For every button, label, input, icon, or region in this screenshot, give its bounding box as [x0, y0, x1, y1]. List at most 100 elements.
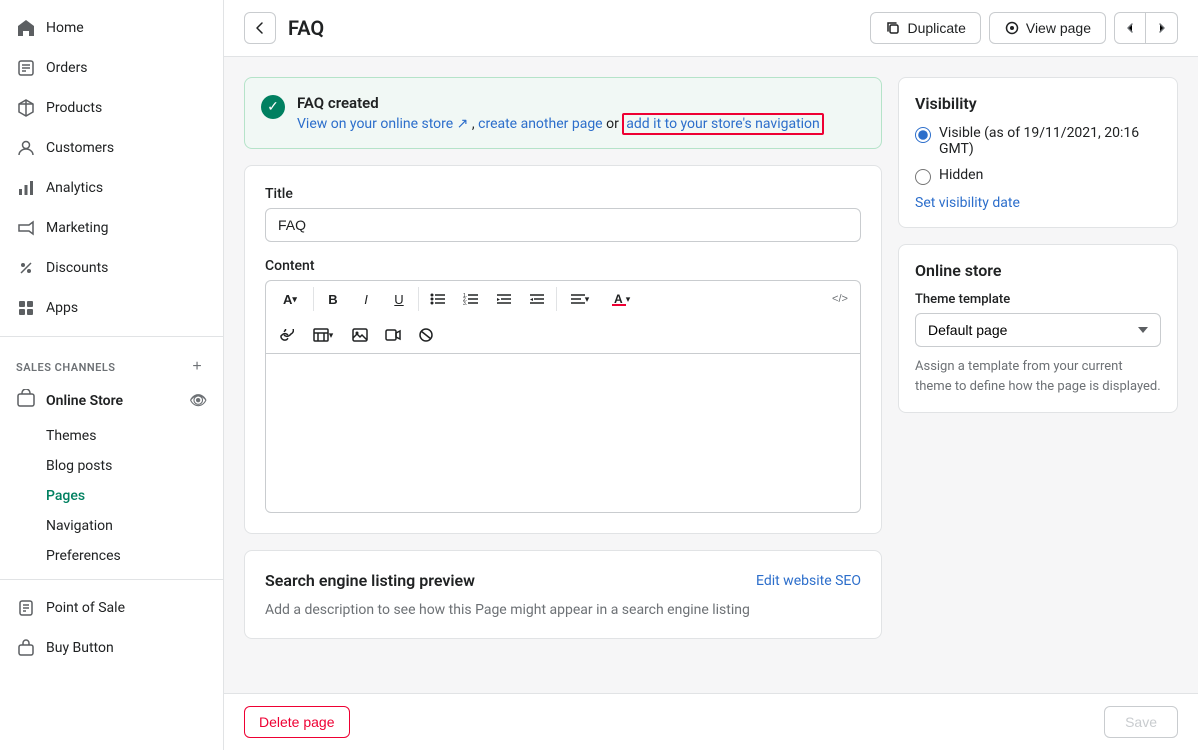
left-column: ✓ FAQ created View on your online store … [244, 77, 882, 673]
prev-page-button[interactable] [1114, 12, 1146, 44]
seo-card: Search engine listing preview Edit websi… [244, 550, 882, 639]
numbered-list-button[interactable]: 1.2.3. [455, 285, 487, 313]
save-button[interactable]: Save [1104, 706, 1178, 738]
content-editor[interactable] [265, 353, 861, 513]
sidebar-item-apps[interactable]: Apps [0, 288, 223, 328]
nav-buttons [1114, 12, 1178, 44]
orders-icon [16, 58, 36, 78]
bold-button[interactable]: B [317, 285, 349, 313]
text-color-button[interactable]: A ▾ [601, 285, 641, 313]
apps-icon [16, 298, 36, 318]
edit-seo-link[interactable]: Edit website SEO [756, 573, 861, 589]
code-view-button[interactable]: </> [824, 285, 856, 313]
view-online-store-link[interactable]: View on your online store ↗ [297, 116, 468, 132]
seo-header: Search engine listing preview Edit websi… [265, 571, 861, 590]
page-form-card: Title Content A ▾ B I U [244, 165, 882, 534]
italic-button[interactable]: I [350, 285, 382, 313]
right-column: Visibility Visible (as of 19/11/2021, 20… [898, 77, 1178, 673]
back-button[interactable] [244, 12, 276, 44]
visibility-title: Visibility [915, 94, 1161, 113]
next-page-button[interactable] [1146, 12, 1178, 44]
sidebar-item-orders[interactable]: Orders [0, 48, 223, 88]
sidebar-item-discounts[interactable]: Discounts [0, 248, 223, 288]
template-description: Assign a template from your current them… [915, 357, 1161, 396]
sidebar-item-analytics[interactable]: Analytics [0, 168, 223, 208]
visible-option[interactable]: Visible (as of 19/11/2021, 20:16 GMT) [915, 125, 1161, 157]
online-store-card: Online store Theme template Default page… [898, 244, 1178, 413]
image-button[interactable] [344, 321, 376, 349]
divider3 [556, 287, 557, 311]
content-area: ✓ FAQ created View on your online store … [224, 57, 1198, 693]
sidebar-sub-preferences[interactable]: Preferences [0, 541, 223, 571]
divider2 [418, 287, 419, 311]
visible-radio[interactable] [915, 127, 931, 143]
divider [313, 287, 314, 311]
sidebar-item-online-store[interactable]: Online Store 👁 [0, 381, 223, 421]
sidebar-sub-navigation[interactable]: Navigation [0, 511, 223, 541]
sidebar-item-products[interactable]: Products [0, 88, 223, 128]
svg-text:3.: 3. [463, 301, 467, 306]
visibility-card: Visibility Visible (as of 19/11/2021, 20… [898, 77, 1178, 228]
pos-icon [16, 598, 36, 618]
view-page-button[interactable]: View page [989, 12, 1106, 44]
sidebar-item-home[interactable]: Home [0, 8, 223, 48]
bottom-bar: Delete page Save [224, 693, 1198, 750]
set-visibility-date-link[interactable]: Set visibility date [915, 195, 1161, 211]
hidden-radio[interactable] [915, 169, 931, 185]
sidebar-sub-themes[interactable]: Themes [0, 421, 223, 451]
buy-button-icon [16, 638, 36, 658]
video-button[interactable] [377, 321, 409, 349]
sidebar-item-buy-button[interactable]: Buy Button [0, 628, 223, 668]
svg-text:A: A [614, 292, 623, 306]
content-label: Content [265, 258, 861, 274]
visible-label: Visible (as of 19/11/2021, 20:16 GMT) [939, 125, 1161, 157]
sidebar: Home Orders Products Customers Analytics [0, 0, 224, 750]
align-button[interactable]: ▾ [560, 285, 600, 313]
bullet-list-button[interactable] [422, 285, 454, 313]
indent-increase-button[interactable] [521, 285, 553, 313]
delete-page-button[interactable]: Delete page [244, 706, 350, 738]
analytics-icon [16, 178, 36, 198]
sidebar-item-marketing[interactable]: Marketing [0, 208, 223, 248]
underline-button[interactable]: U [383, 285, 415, 313]
hidden-label: Hidden [939, 167, 983, 183]
add-to-navigation-link[interactable]: add it to your store's navigation [626, 116, 819, 132]
seo-title: Search engine listing preview [265, 571, 475, 590]
sales-channels-title: SALES CHANNELS + [0, 345, 223, 381]
sidebar-item-pos[interactable]: Point of Sale [0, 588, 223, 628]
online-store-card-title: Online store [915, 261, 1161, 280]
page-title: FAQ [288, 16, 324, 40]
hidden-option[interactable]: Hidden [915, 167, 1161, 185]
title-label: Title [265, 186, 861, 202]
sidebar-sub-blog-posts[interactable]: Blog posts [0, 451, 223, 481]
online-store-icon [16, 389, 36, 413]
success-title: FAQ created [297, 94, 824, 112]
success-banner: ✓ FAQ created View on your online store … [244, 77, 882, 149]
marketing-icon [16, 218, 36, 238]
topbar-right: Duplicate View page [870, 12, 1178, 44]
editor-toolbar-row1: A ▾ B I U 1.2.3. [265, 280, 861, 317]
discounts-icon [16, 258, 36, 278]
products-icon [16, 98, 36, 118]
indent-decrease-button[interactable] [488, 285, 520, 313]
create-another-page-link[interactable]: create another page [478, 116, 602, 132]
theme-template-select[interactable]: Default page page.contact page.faq [915, 313, 1161, 347]
title-input[interactable] [265, 208, 861, 242]
table-button[interactable]: ▾ [303, 321, 343, 349]
topbar: FAQ Duplicate View page [224, 0, 1198, 57]
success-links: View on your online store ↗ , create ano… [297, 116, 824, 132]
duplicate-button[interactable]: Duplicate [870, 12, 980, 44]
topbar-left: FAQ [244, 12, 324, 44]
clear-format-button[interactable] [410, 321, 442, 349]
add-sales-channel-button[interactable]: + [187, 357, 207, 377]
success-icon: ✓ [261, 95, 285, 119]
sidebar-item-customers[interactable]: Customers [0, 128, 223, 168]
sidebar-sub-pages[interactable]: Pages [0, 481, 223, 511]
font-size-button[interactable]: A ▾ [270, 285, 310, 313]
theme-template-label: Theme template [915, 292, 1161, 307]
editor-toolbar-row2: ▾ [265, 317, 861, 353]
home-icon [16, 18, 36, 38]
link-button[interactable] [270, 321, 302, 349]
main-content: FAQ Duplicate View page [224, 0, 1198, 750]
seo-description: Add a description to see how this Page m… [265, 602, 861, 618]
